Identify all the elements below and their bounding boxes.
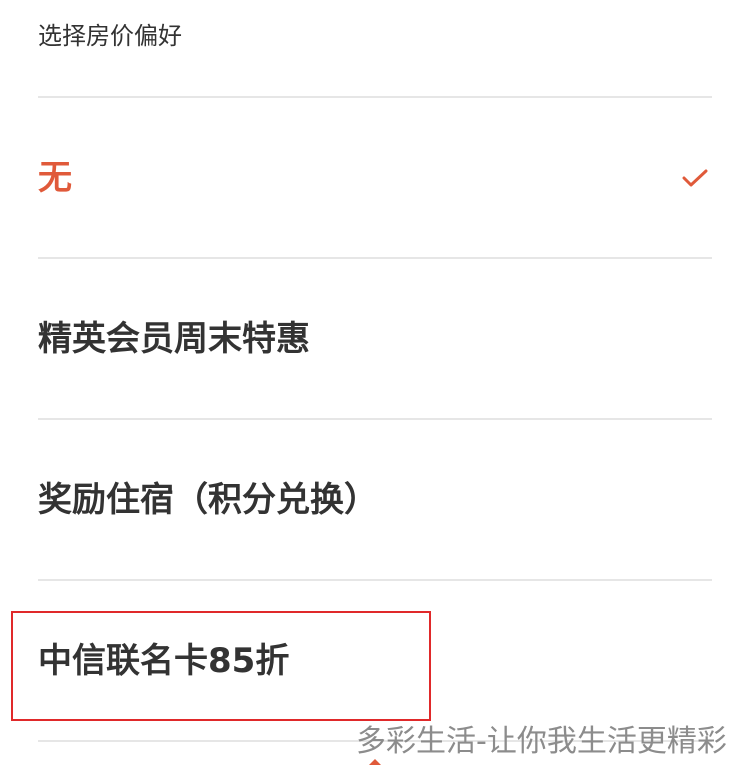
option-reward-stay[interactable]: 奖励住宿（积分兑换） — [0, 420, 750, 579]
option-label: 精英会员周末特惠 — [38, 318, 310, 359]
option-label: 中信联名卡85折 — [38, 640, 290, 681]
check-icon — [682, 169, 708, 186]
option-none[interactable]: 无 — [0, 98, 750, 257]
diamond-marker-icon — [369, 759, 381, 765]
option-citic-card[interactable]: 中信联名卡85折 — [0, 581, 750, 740]
option-label: 无 — [38, 157, 72, 198]
watermark: 多彩生活-让你我生活更精彩 — [356, 724, 727, 759]
option-label: 奖励住宿（积分兑换） — [38, 479, 378, 520]
section-title: 选择房价偏好 — [38, 22, 182, 50]
room-rate-preference-page: 选择房价偏好 无 精英会员周末特惠 奖励住宿（积分兑换） 中信联名卡85折 多彩… — [0, 0, 750, 765]
option-elite-weekend[interactable]: 精英会员周末特惠 — [0, 259, 750, 418]
